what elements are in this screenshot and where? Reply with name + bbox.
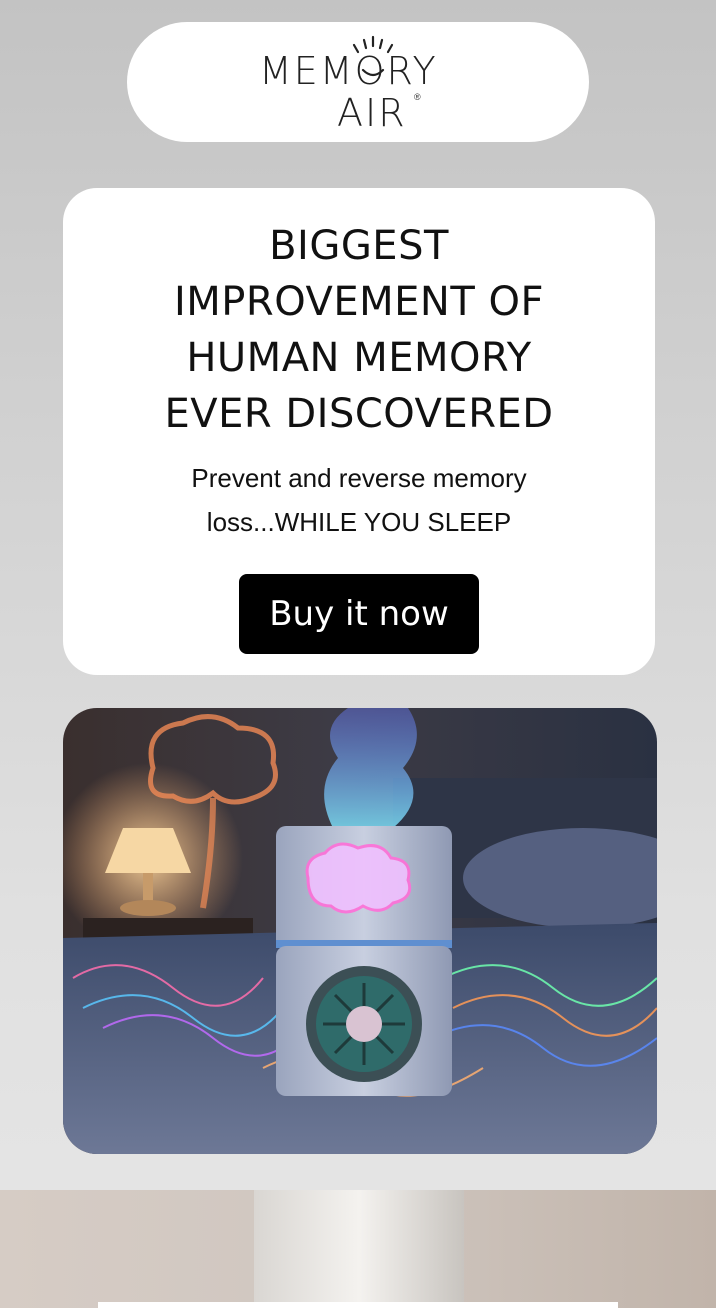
logo-header[interactable]: MEMORY AIR ® bbox=[127, 22, 589, 142]
hero-subheadline: Prevent and reverse memory loss...WHILE … bbox=[191, 463, 527, 537]
hero-card: BIGGEST IMPROVEMENT OF HUMAN MEMORY EVER… bbox=[63, 188, 655, 675]
buy-now-button[interactable]: Buy it now bbox=[239, 574, 479, 654]
logo-wordmark-memory: MEMORY bbox=[259, 49, 438, 93]
product-illustration bbox=[63, 708, 657, 1154]
logo-wordmark-air: AIR bbox=[337, 91, 407, 135]
product-closeup-illustration bbox=[0, 1190, 716, 1308]
product-image bbox=[63, 708, 657, 1154]
hero-headline: BIGGEST IMPROVEMENT OF HUMAN MEMORY EVER… bbox=[164, 223, 554, 437]
registered-mark: ® bbox=[414, 92, 421, 102]
next-section-image bbox=[0, 1190, 716, 1308]
